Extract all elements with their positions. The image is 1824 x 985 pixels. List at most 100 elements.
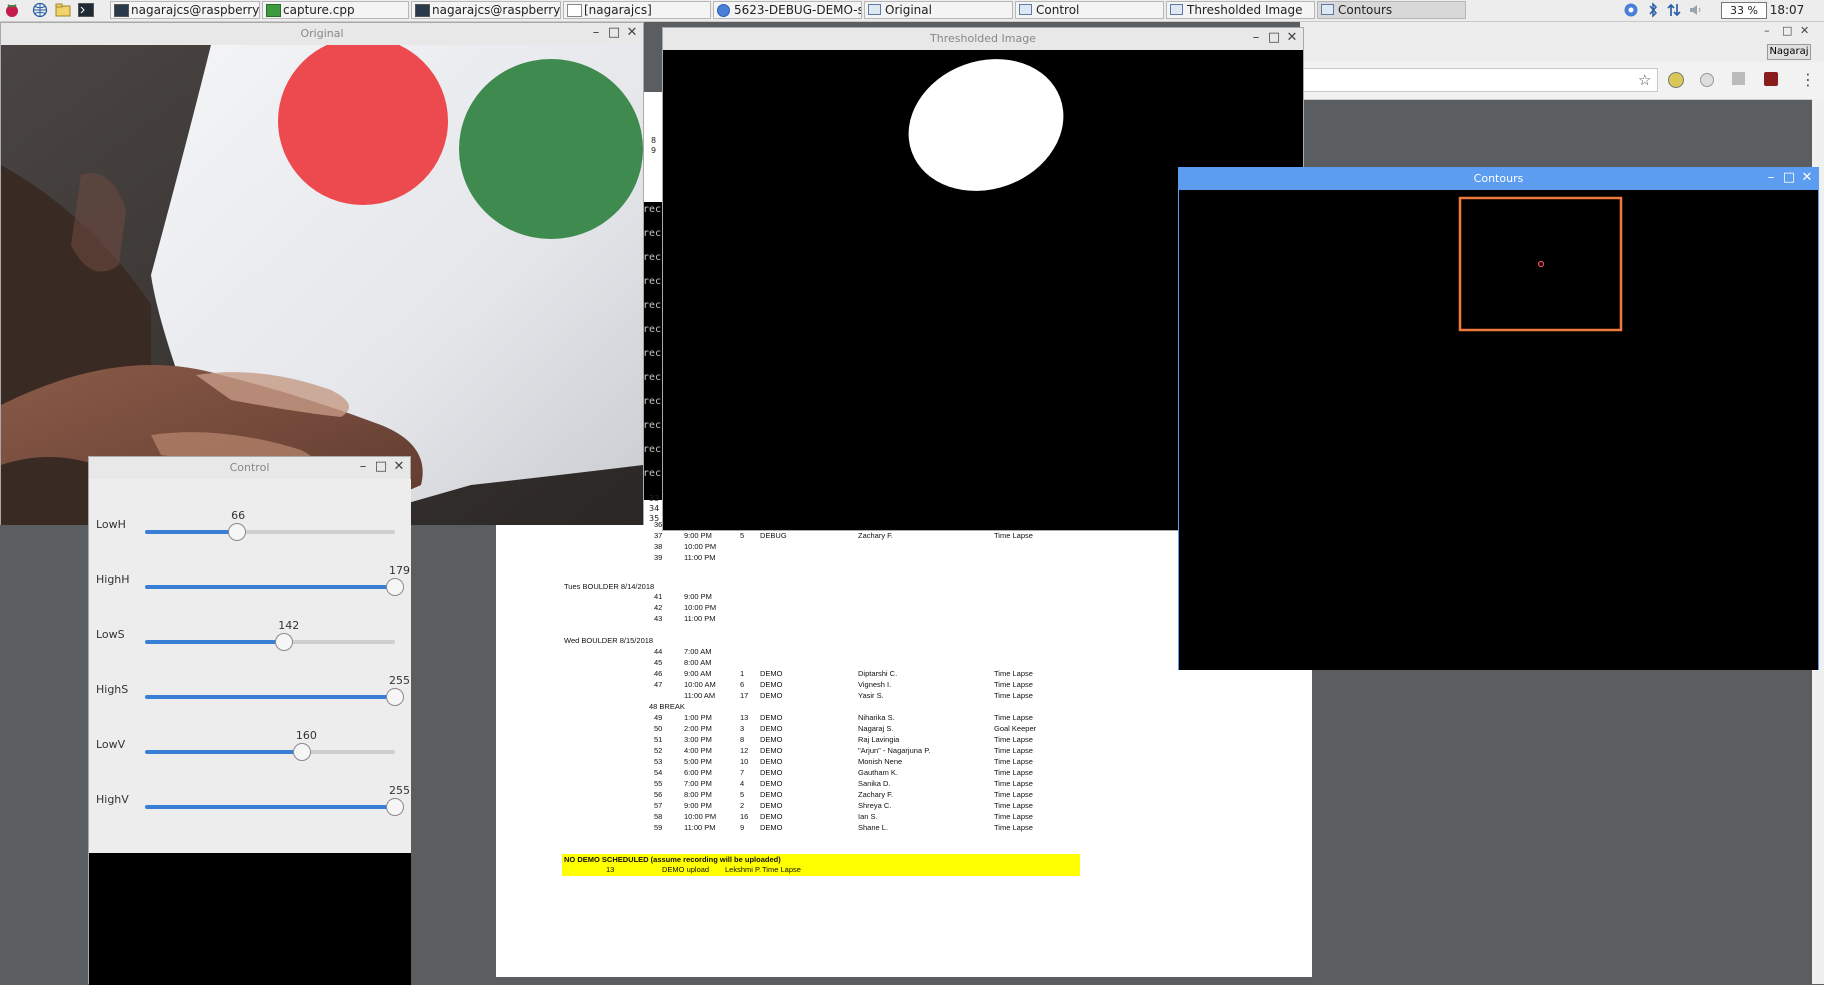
minimize-icon[interactable]: –	[1764, 171, 1778, 185]
schedule-cell-name: Shreya C.	[858, 801, 892, 810]
schedule-cell-team: 2	[740, 801, 745, 810]
slider-value-lowh: 66	[231, 509, 246, 522]
close-icon[interactable]: ✕	[1800, 171, 1814, 185]
slider-track-highh[interactable]	[145, 585, 395, 589]
task-thresholded[interactable]: Thresholded Image	[1166, 1, 1315, 19]
schedule-cell-team: 9	[740, 823, 745, 832]
terminal-line: rec	[643, 444, 662, 455]
slider-knob-lowv[interactable]	[292, 743, 311, 761]
maximize-icon[interactable]: □	[607, 26, 621, 40]
schedule-cell-n: 58	[654, 812, 663, 821]
minimize-icon[interactable]: –	[1249, 31, 1263, 45]
minimize-icon[interactable]: –	[589, 26, 603, 40]
terminal-icon[interactable]	[78, 2, 94, 18]
extension-bulb-icon[interactable]	[1668, 72, 1684, 88]
maximize-icon[interactable]: □	[1782, 171, 1796, 185]
original-titlebar[interactable]: Original – □ ✕	[1, 23, 643, 45]
menu-icon[interactable]: ⋮	[1800, 70, 1816, 89]
minimize-icon[interactable]: –	[1764, 24, 1770, 37]
window-title: Control	[229, 461, 270, 474]
slider-knob-highh[interactable]	[386, 578, 404, 596]
close-icon[interactable]: ✕	[1285, 31, 1299, 45]
task-original[interactable]: Original	[864, 1, 1013, 19]
task-file-manager[interactable]: [nagarajcs]	[563, 1, 711, 19]
close-icon[interactable]: ✕	[625, 26, 639, 40]
schedule-cell-name: Gautham K.	[858, 768, 899, 777]
network-icon[interactable]	[1666, 2, 1682, 18]
slider-track-lows[interactable]	[145, 640, 395, 644]
extension-grid-icon[interactable]	[1732, 72, 1745, 85]
original-window[interactable]: Original – □ ✕	[0, 22, 644, 525]
bookmark-star-icon[interactable]: ☆	[1638, 71, 1651, 89]
clock[interactable]: 18:07	[1765, 0, 1809, 21]
terminal-icon	[114, 4, 129, 17]
window-title: Original	[300, 27, 344, 40]
task-chrome[interactable]: 5623-DEBUG-DEMO-sche...	[713, 1, 862, 19]
chrome-tray-icon[interactable]	[1623, 2, 1639, 18]
schedule-cell-team: 5	[740, 531, 745, 540]
contours-titlebar[interactable]: Contours – □ ✕	[1179, 168, 1818, 190]
schedule-cell-team: 3	[740, 724, 745, 733]
browser-profile-button[interactable]: Nagaraj	[1767, 44, 1811, 60]
terminal-icon	[415, 4, 430, 17]
schedule-cell-time: 7:00 AM	[684, 647, 712, 656]
slider-knob-highv[interactable]	[386, 798, 404, 816]
omnibox[interactable]	[1300, 68, 1658, 92]
schedule-cell-time: 9:00 PM	[684, 531, 712, 540]
slider-knob-lows[interactable]	[275, 633, 294, 651]
schedule-cell-team: 8	[740, 735, 745, 744]
slider-track-lowv[interactable]	[145, 750, 395, 754]
slider-knob-highs[interactable]	[386, 688, 404, 706]
extension-circle-icon[interactable]	[1700, 73, 1714, 87]
terminal-line-number: 9	[651, 146, 657, 155]
slider-value-highh: 179	[389, 564, 410, 577]
slider-fill-lowv	[145, 750, 302, 754]
terminal-line: rec	[643, 252, 662, 263]
task-contours[interactable]: Contours	[1317, 1, 1466, 19]
schedule-cell-type: DEMO	[760, 779, 783, 788]
volume-icon[interactable]	[1688, 2, 1704, 18]
close-icon[interactable]: ✕	[1800, 24, 1809, 37]
schedule-cell-team: 13	[740, 713, 749, 722]
raspberry-menu-icon[interactable]	[4, 2, 20, 18]
contours-window[interactable]: Contours – □ ✕	[1178, 167, 1819, 670]
minimize-icon[interactable]: –	[356, 460, 370, 474]
schedule-cell-type: DEMO	[760, 790, 783, 799]
web-browser-icon[interactable]	[32, 2, 48, 18]
schedule-cell-category: Time Lapse	[994, 531, 1033, 540]
slider-label-lowv: LowV	[96, 738, 126, 751]
slider-track-highv[interactable]	[145, 805, 395, 809]
battery-indicator[interactable]: 33 %	[1721, 2, 1767, 19]
maximize-icon[interactable]: □	[1782, 24, 1792, 37]
schedule-cell-type: DEMO	[760, 713, 783, 722]
task-capture-cpp[interactable]: capture.cpp	[262, 1, 409, 19]
control-window[interactable]: Control – □ ✕ LowH 66 HighH 179 LowS 142 HighS…	[88, 456, 411, 985]
schedule-cell-time: 10:00 PM	[684, 812, 717, 821]
schedule-cell-type: DEMO	[760, 724, 783, 733]
maximize-icon[interactable]: □	[1267, 31, 1281, 45]
task-control[interactable]: Control	[1015, 1, 1164, 19]
schedule-cell-category: Time Lapse	[994, 790, 1033, 799]
file-manager-icon[interactable]	[55, 2, 71, 18]
thresholded-titlebar[interactable]: Thresholded Image – □ ✕	[663, 28, 1303, 50]
schedule-cell-category: Time Lapse	[994, 757, 1033, 766]
slider-track-highs[interactable]	[145, 695, 395, 699]
schedule-cell-team: 16	[740, 812, 749, 821]
schedule-cell-name: Raj Lavingia	[858, 735, 900, 744]
slider-track-lowh[interactable]	[145, 530, 395, 534]
control-titlebar[interactable]: Control – □ ✕	[89, 457, 410, 479]
slider-value-lowv: 160	[295, 729, 317, 742]
task-terminal-2[interactable]: nagarajcs@raspberrypi: ~	[411, 1, 561, 19]
wed-header: Wed BOULDER 8/15/2018	[564, 636, 654, 645]
terminal-line: rec	[643, 420, 662, 431]
maximize-icon[interactable]: □	[374, 460, 388, 474]
close-icon[interactable]: ✕	[392, 460, 406, 474]
task-terminal-1[interactable]: nagarajcs@raspberrypi: ...	[110, 1, 260, 19]
schedule-cell-category: Time Lapse	[994, 691, 1033, 700]
schedule-cell-time: 7:00 PM	[684, 779, 712, 788]
ublock-icon[interactable]	[1764, 72, 1778, 86]
slider-knob-lowh[interactable]	[228, 523, 247, 541]
schedule-cell-name: Zachary F.	[858, 531, 894, 540]
schedule-cell-n: 38	[654, 542, 663, 551]
bluetooth-icon[interactable]	[1645, 2, 1661, 18]
